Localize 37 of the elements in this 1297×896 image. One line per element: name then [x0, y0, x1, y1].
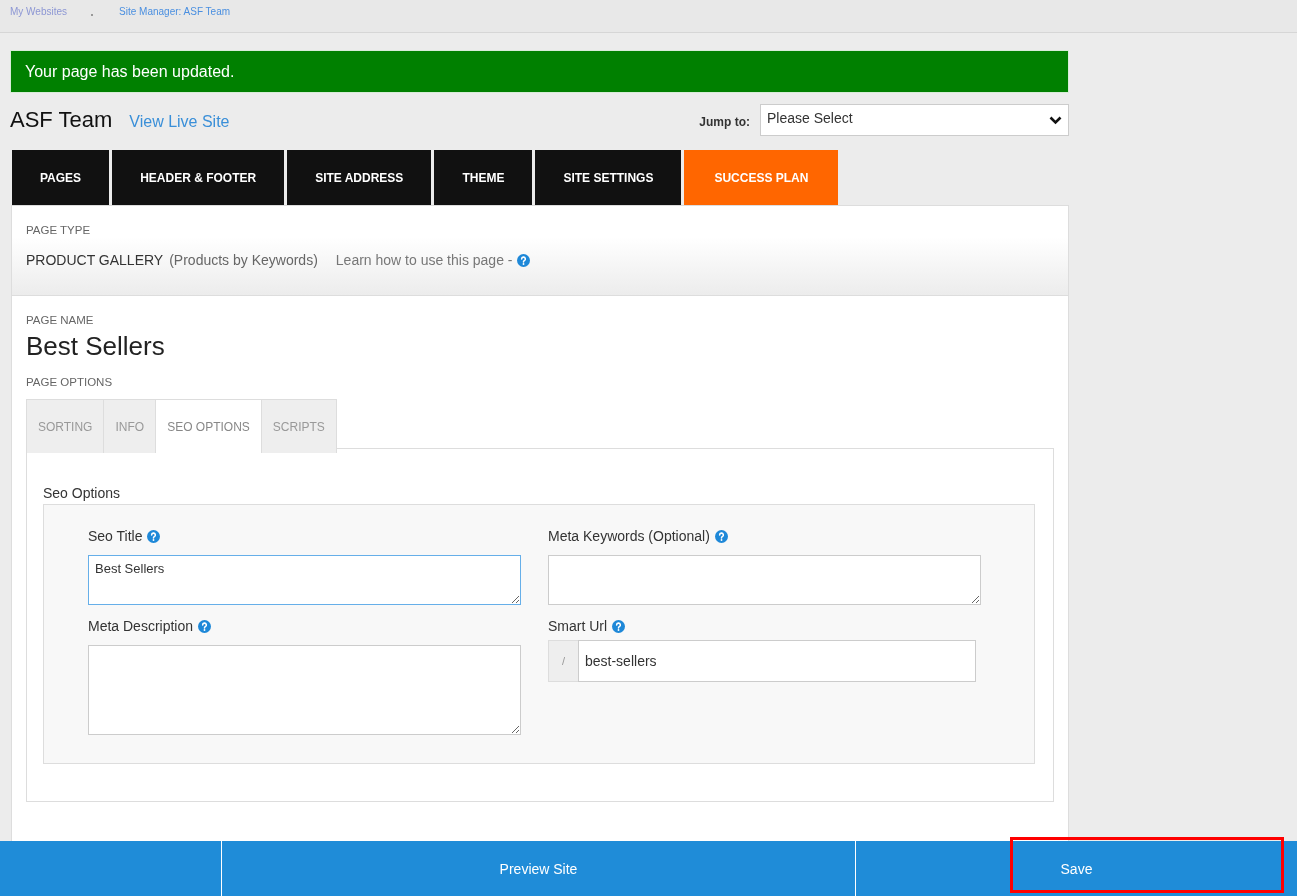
url-prefix: / — [548, 640, 578, 682]
view-live-site-link[interactable]: View Live Site — [129, 112, 230, 131]
breadcrumb-link[interactable]: Site Manager: ASF Team — [119, 6, 231, 17]
nav-tab[interactable]: HEADER & FOOTER — [112, 150, 285, 205]
smart-url-field[interactable]: best-sellers — [578, 640, 976, 682]
field-label: Seo Title — [88, 528, 143, 544]
options-tab[interactable]: INFO — [103, 399, 157, 453]
page-type-name: PRODUCT GALLERY — [26, 252, 164, 268]
nav-tab[interactable]: SITE ADDRESS — [287, 150, 432, 205]
page-options-label: PAGE OPTIONS — [26, 376, 114, 388]
chevron-down-icon — [1049, 115, 1062, 125]
nav-tab[interactable]: SITE SETTINGS — [535, 150, 682, 205]
options-tab[interactable]: SCRIPTS — [260, 399, 337, 453]
section-title: Seo Options — [43, 485, 122, 501]
help-icon[interactable] — [147, 529, 161, 543]
page-type-subtype: (Products by Keywords) — [169, 252, 318, 268]
nav-tab[interactable]: SUCCESS PLAN — [684, 150, 839, 205]
page-name-label: PAGE NAME — [26, 314, 95, 326]
jump-to-label: Jump to: — [699, 115, 750, 129]
learn-how-link[interactable]: Learn how to use this page - — [335, 252, 513, 268]
field-label: Meta Description — [88, 618, 194, 634]
field-label: Meta Keywords (Optional) — [548, 528, 710, 544]
nav-tab[interactable]: PAGES — [12, 150, 110, 205]
site-name: ASF Team — [10, 107, 113, 133]
help-icon[interactable] — [517, 253, 531, 267]
page-type-label: PAGE TYPE — [26, 224, 92, 236]
options-tab[interactable]: SORTING — [26, 399, 105, 453]
help-icon[interactable] — [612, 619, 626, 633]
text-area[interactable]: Best Sellers — [88, 555, 521, 605]
field-label: Smart Url — [548, 618, 608, 634]
jump-to-select[interactable]: Please Select — [760, 104, 1069, 136]
help-icon[interactable] — [714, 529, 728, 543]
breadcrumb-link[interactable]: My Websites — [10, 6, 68, 17]
success-alert: Your page has been updated. — [10, 50, 1069, 93]
help-icon[interactable] — [198, 619, 212, 633]
nav-tab[interactable]: THEME — [434, 150, 533, 205]
page-name: Best Sellers — [26, 331, 166, 362]
